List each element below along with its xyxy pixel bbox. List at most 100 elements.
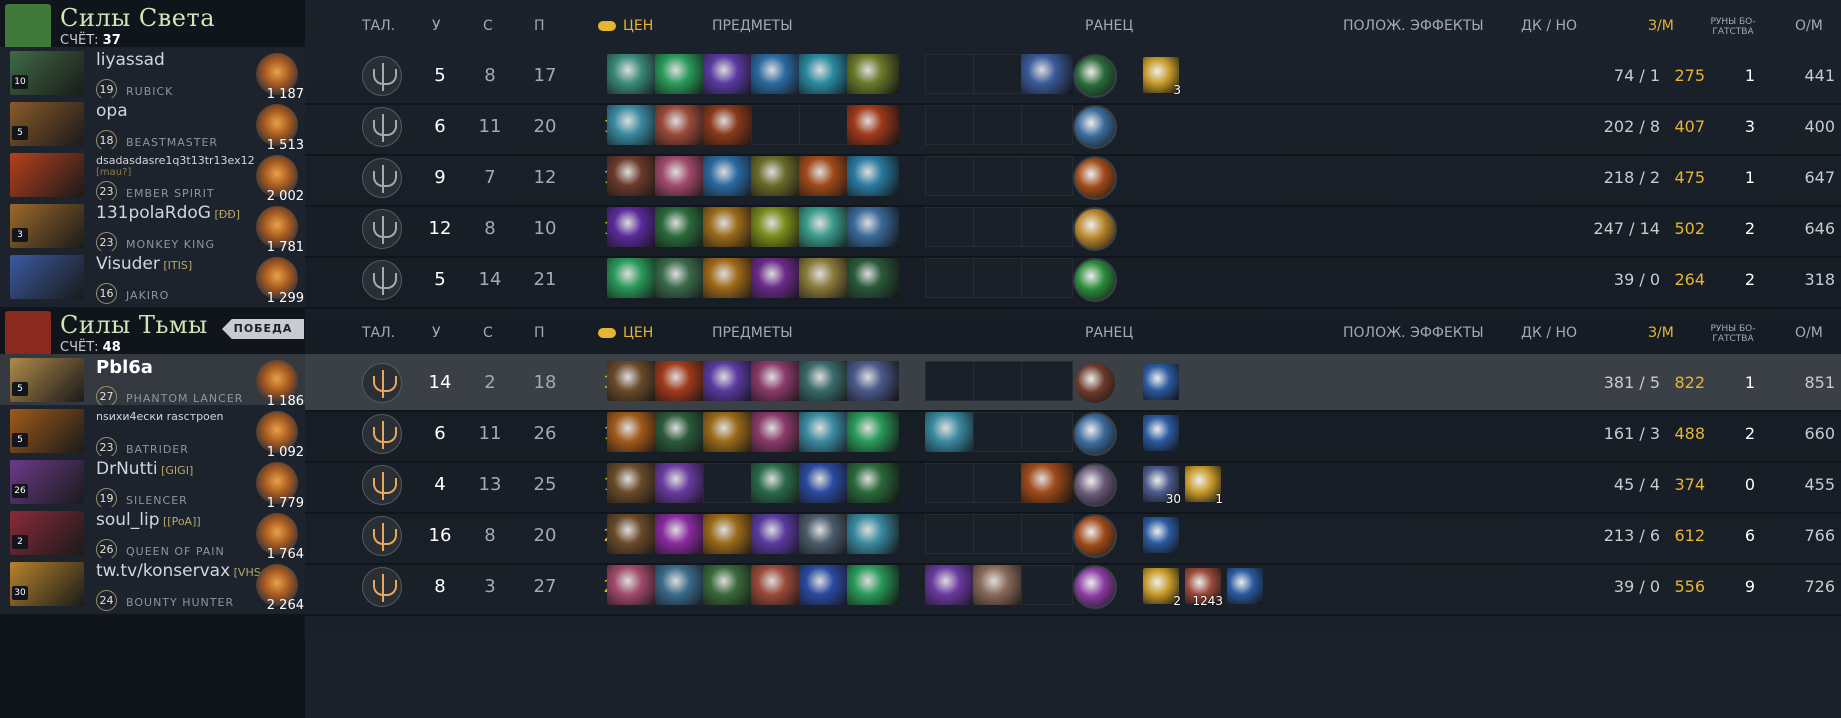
talent-tree-icon[interactable] xyxy=(362,260,402,300)
player-name[interactable]: tw.tv/konservax [VHS-] xyxy=(96,561,266,581)
talent-tree-icon[interactable] xyxy=(362,567,402,607)
item-icon[interactable] xyxy=(607,54,659,94)
item-icon[interactable] xyxy=(607,258,659,298)
talent-tree-icon[interactable] xyxy=(362,363,402,403)
talent-tree-icon[interactable] xyxy=(362,107,402,147)
player-card[interactable]: 5 Pbl6a 27 PHANTOM LANCER 1 186 xyxy=(0,354,305,412)
item-icon[interactable] xyxy=(799,361,851,401)
player-name[interactable]: opa xyxy=(96,101,128,121)
stats-row[interactable]: 6112617 645161 / 34882660 xyxy=(305,405,1841,463)
item-icon[interactable] xyxy=(703,514,755,554)
buff-icon[interactable] xyxy=(1143,415,1179,451)
player-name[interactable]: DrNutti [GIGI] xyxy=(96,459,193,479)
buff-icon[interactable] xyxy=(1143,517,1179,553)
player-name[interactable]: nsиxи4ecки rascтpoen xyxy=(96,410,224,423)
buff-icon[interactable]: 30 xyxy=(1143,466,1181,506)
neutral-item-icon[interactable] xyxy=(1073,412,1117,456)
buff-icon[interactable]: 1243 xyxy=(1185,568,1223,608)
item-icon[interactable] xyxy=(655,565,707,605)
backpack-item-icon[interactable] xyxy=(1021,463,1073,503)
item-icon[interactable] xyxy=(607,514,659,554)
item-icon[interactable] xyxy=(703,156,755,196)
item-icon[interactable] xyxy=(655,207,707,247)
item-icon[interactable] xyxy=(847,207,899,247)
neutral-item-icon[interactable] xyxy=(1073,463,1117,507)
backpack-item-icon[interactable] xyxy=(925,565,977,605)
buff-icon[interactable] xyxy=(1227,568,1263,604)
buff-icon[interactable]: 3 xyxy=(1143,57,1181,97)
item-icon[interactable] xyxy=(847,54,899,94)
item-icon[interactable] xyxy=(847,463,899,503)
item-icon[interactable] xyxy=(799,54,851,94)
neutral-item-icon[interactable] xyxy=(1073,514,1117,558)
player-card[interactable]: 10 liyassad 19 RUBICK 1 187 xyxy=(0,47,305,105)
item-icon[interactable] xyxy=(703,412,755,452)
item-icon[interactable] xyxy=(655,361,707,401)
stats-row[interactable]: 6112013 673202 / 84073400 xyxy=(305,98,1841,156)
item-icon[interactable] xyxy=(799,207,851,247)
item-icon[interactable] xyxy=(703,105,755,145)
stats-row[interactable]: 832720 7812124339 / 05569726 xyxy=(305,558,1841,616)
item-icon[interactable] xyxy=(751,412,803,452)
item-icon[interactable] xyxy=(607,105,659,145)
item-icon[interactable] xyxy=(847,412,899,452)
item-icon[interactable] xyxy=(799,156,851,196)
item-icon[interactable] xyxy=(751,463,803,503)
stats-row[interactable]: 971216 480218 / 24751647 xyxy=(305,149,1841,207)
item-icon[interactable] xyxy=(847,514,899,554)
talent-tree-icon[interactable] xyxy=(362,209,402,249)
item-icon[interactable] xyxy=(607,156,659,196)
player-name[interactable]: dsadasdasre1q3t13tr13ex12 xyxy=(96,154,255,167)
item-icon[interactable] xyxy=(751,361,803,401)
item-icon[interactable] xyxy=(847,361,899,401)
item-icon[interactable] xyxy=(655,514,707,554)
item-icon[interactable] xyxy=(847,565,899,605)
item-icon[interactable] xyxy=(751,514,803,554)
item-icon[interactable] xyxy=(703,54,755,94)
item-icon[interactable] xyxy=(607,565,659,605)
stats-row[interactable]: 514216 31839 / 02642318 xyxy=(305,251,1841,309)
stats-row[interactable]: 1281015 229247 / 145022646 xyxy=(305,200,1841,258)
talent-tree-icon[interactable] xyxy=(362,414,402,454)
talent-tree-icon[interactable] xyxy=(362,516,402,556)
item-icon[interactable] xyxy=(751,258,803,298)
item-icon[interactable] xyxy=(655,105,707,145)
item-icon[interactable] xyxy=(799,463,851,503)
backpack-item-icon[interactable] xyxy=(1021,54,1073,94)
player-card[interactable]: 5 opa 18 BEASTMASTER 1 513 xyxy=(0,98,305,156)
item-icon[interactable] xyxy=(655,54,707,94)
neutral-item-icon[interactable] xyxy=(1073,258,1117,302)
item-icon[interactable] xyxy=(751,54,803,94)
backpack-item-icon[interactable] xyxy=(925,412,977,452)
neutral-item-icon[interactable] xyxy=(1073,54,1117,98)
stats-row[interactable]: 1682021 988213 / 66126766 xyxy=(305,507,1841,565)
item-icon[interactable] xyxy=(655,412,707,452)
item-icon[interactable] xyxy=(799,565,851,605)
player-card[interactable]: 2 soul_lip [[PoA]] 26 QUEEN OF PAIN 1 764 xyxy=(0,507,305,565)
item-icon[interactable] xyxy=(703,361,755,401)
item-icon[interactable] xyxy=(607,361,659,401)
neutral-item-icon[interactable] xyxy=(1073,156,1117,200)
item-icon[interactable] xyxy=(607,463,659,503)
talent-tree-icon[interactable] xyxy=(362,56,402,96)
item-icon[interactable] xyxy=(847,156,899,196)
player-name[interactable]: Visuder [ITIS] xyxy=(96,254,192,274)
player-card[interactable]: 26 DrNutti [GIGI] 19 SILENCER 1 779 xyxy=(0,456,305,514)
item-icon[interactable] xyxy=(847,105,899,145)
item-icon[interactable] xyxy=(751,207,803,247)
player-card[interactable]: dsadasdasre1q3t13tr13ex12 [mau?] 23 EMBER S… xyxy=(0,149,305,207)
neutral-item-icon[interactable] xyxy=(1073,105,1117,149)
item-icon[interactable] xyxy=(847,258,899,298)
item-icon[interactable] xyxy=(703,207,755,247)
player-card[interactable]: 30 tw.tv/konservax [VHS-] 24 BOUNTY HUNTER 2… xyxy=(0,558,305,616)
player-card[interactable]: 5 nsиxи4ecки rascтpoen 23 BATRIDER 1 092 xyxy=(0,405,305,463)
item-icon[interactable] xyxy=(751,156,803,196)
neutral-item-icon[interactable] xyxy=(1073,565,1117,609)
talent-tree-icon[interactable] xyxy=(362,158,402,198)
item-icon[interactable] xyxy=(799,412,851,452)
item-icon[interactable] xyxy=(607,412,659,452)
item-icon[interactable] xyxy=(703,565,755,605)
stats-row[interactable]: 1421831 267381 / 58221851 xyxy=(305,354,1841,412)
item-icon[interactable] xyxy=(655,156,707,196)
buff-icon[interactable] xyxy=(1143,364,1179,400)
